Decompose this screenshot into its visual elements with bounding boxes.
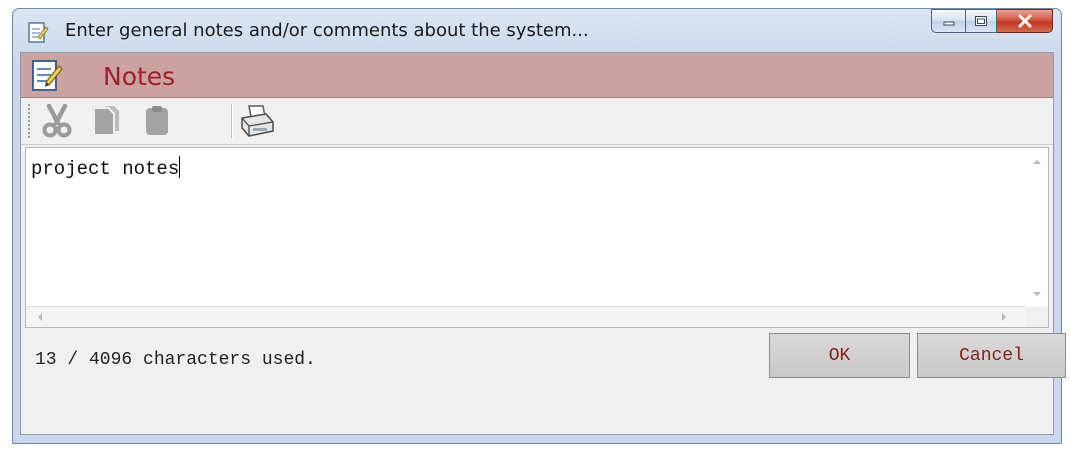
copy-button[interactable] (89, 103, 125, 139)
minimize-icon (943, 21, 954, 26)
character-count-status: 13 / 4096 characters used. (35, 350, 316, 370)
cut-button[interactable] (39, 103, 75, 139)
vertical-scrollbar[interactable] (1026, 148, 1048, 309)
notes-doc-icon (28, 22, 49, 43)
maximize-icon (975, 16, 987, 26)
maximize-button[interactable] (965, 9, 997, 33)
title-bar[interactable]: Enter general notes and/or comments abou… (13, 9, 1061, 53)
notes-header: Notes (21, 53, 1053, 98)
text-caret (179, 156, 181, 178)
close-button[interactable] (997, 9, 1053, 33)
scroll-down-arrow-icon[interactable] (1032, 290, 1042, 298)
scrollbar-corner (1026, 307, 1048, 327)
minimize-button[interactable] (931, 9, 965, 33)
paste-button[interactable] (139, 103, 175, 139)
scroll-up-arrow-icon[interactable] (1032, 158, 1042, 166)
scroll-left-arrow-icon[interactable] (36, 312, 44, 322)
copy-icon (95, 106, 119, 134)
horizontal-scrollbar[interactable] (26, 306, 1026, 327)
paste-icon (146, 106, 168, 135)
dialog-content: Notes project notes 13 / 4096 characters… (20, 52, 1066, 435)
toolbar-grip[interactable] (27, 103, 31, 139)
page-title: Notes (103, 62, 176, 91)
toolbar (21, 98, 1053, 145)
window-controls (931, 9, 1053, 35)
cancel-button[interactable]: Cancel (917, 333, 1066, 378)
notes-text[interactable]: project notes (31, 156, 181, 180)
ok-button[interactable]: OK (769, 333, 910, 378)
scissors-icon (42, 104, 72, 138)
notes-textarea[interactable]: project notes (25, 147, 1049, 328)
scroll-right-arrow-icon[interactable] (1000, 312, 1008, 322)
close-icon (1018, 14, 1031, 28)
window-title: Enter general notes and/or comments abou… (65, 20, 589, 41)
print-button[interactable] (239, 103, 275, 139)
notes-doc-icon (32, 60, 63, 91)
notes-dialog: Enter general notes and/or comments abou… (12, 8, 1066, 444)
toolbar-separator (231, 104, 233, 138)
printer-icon (241, 105, 274, 137)
